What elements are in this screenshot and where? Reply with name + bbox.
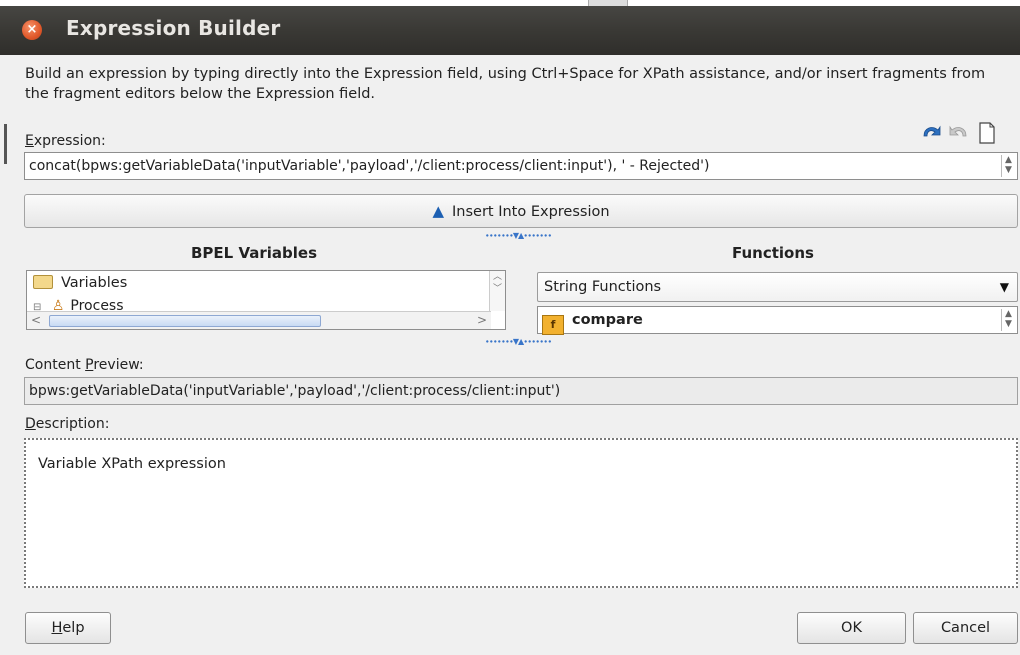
- content-preview-field: bpws:getVariableData('inputVariable','pa…: [24, 377, 1018, 405]
- undo-icon[interactable]: [920, 122, 942, 144]
- description-value: Variable XPath expression: [38, 456, 226, 472]
- function-list-spinner[interactable]: ▲ ▼: [1001, 309, 1015, 331]
- bpel-variables-heading: BPEL Variables: [191, 244, 318, 262]
- redo-icon[interactable]: [948, 122, 970, 144]
- help-button[interactable]: Help: [25, 612, 111, 644]
- content-preview-label: Content Preview:: [25, 357, 144, 373]
- splitter-handle-top[interactable]: ∙∙∙∙∙∙∙▼▲∙∙∙∙∙∙∙: [460, 232, 576, 240]
- expression-spinner[interactable]: ▲ ▼: [1001, 155, 1015, 177]
- bpel-variables-tree[interactable]: Variables ⊟ ♙ Process ︿ ﹀ < >: [26, 270, 506, 330]
- scroll-left-icon[interactable]: <: [31, 313, 41, 327]
- description-label: Description:: [25, 416, 110, 432]
- function-category-value: String Functions: [544, 279, 662, 295]
- top-edge-block: [588, 0, 628, 6]
- selected-function[interactable]: compare: [572, 312, 643, 328]
- chevron-down-icon[interactable]: ▼: [1000, 273, 1009, 301]
- title-bar[interactable]: × Expression Builder: [0, 0, 1020, 55]
- scroll-right-icon[interactable]: >: [477, 313, 487, 327]
- scroll-thumb[interactable]: [49, 315, 321, 327]
- expression-label-rest: xpression:: [33, 133, 106, 149]
- description-area: Variable XPath expression: [24, 438, 1018, 588]
- tree-horizontal-scrollbar[interactable]: < >: [27, 311, 491, 329]
- expression-input[interactable]: concat(bpws:getVariableData('inputVariab…: [24, 152, 1018, 180]
- close-icon[interactable]: ×: [22, 20, 42, 40]
- splitter-handle-bottom[interactable]: ∙∙∙∙∙∙∙▼▲∙∙∙∙∙∙∙: [460, 338, 576, 346]
- up-arrow-icon: ▲: [432, 202, 444, 220]
- function-icon: f: [542, 315, 564, 335]
- new-document-icon[interactable]: [976, 122, 998, 144]
- tree-vertical-scrollbar[interactable]: ︿ ﹀: [489, 271, 505, 311]
- ok-button[interactable]: OK: [797, 612, 906, 644]
- function-category-select[interactable]: String Functions ▼: [537, 272, 1018, 302]
- folder-icon: [33, 275, 53, 289]
- intro-text: Build an expression by typing directly i…: [25, 66, 986, 102]
- insert-into-expression-button[interactable]: ▲ Insert Into Expression: [24, 194, 1018, 228]
- functions-heading: Functions: [732, 244, 814, 262]
- expression-toolbar: [920, 120, 998, 146]
- insert-into-expression-label: Insert Into Expression: [452, 204, 610, 220]
- tree-item-variables-label: Variables: [61, 275, 128, 291]
- cancel-button[interactable]: Cancel: [913, 612, 1018, 644]
- expression-value: concat(bpws:getVariableData('inputVariab…: [29, 158, 710, 174]
- expression-label: Expression:: [25, 133, 106, 149]
- tree-item-variables[interactable]: Variables: [33, 275, 127, 291]
- expression-builder-dialog: × Expression Builder Build an expression…: [0, 0, 1020, 655]
- content-preview-value: bpws:getVariableData('inputVariable','pa…: [29, 383, 561, 399]
- top-edge: [0, 0, 1020, 6]
- dialog-title: Expression Builder: [66, 16, 281, 40]
- left-edge-marker: [4, 124, 7, 164]
- function-list[interactable]: f compare ▲ ▼: [537, 306, 1018, 335]
